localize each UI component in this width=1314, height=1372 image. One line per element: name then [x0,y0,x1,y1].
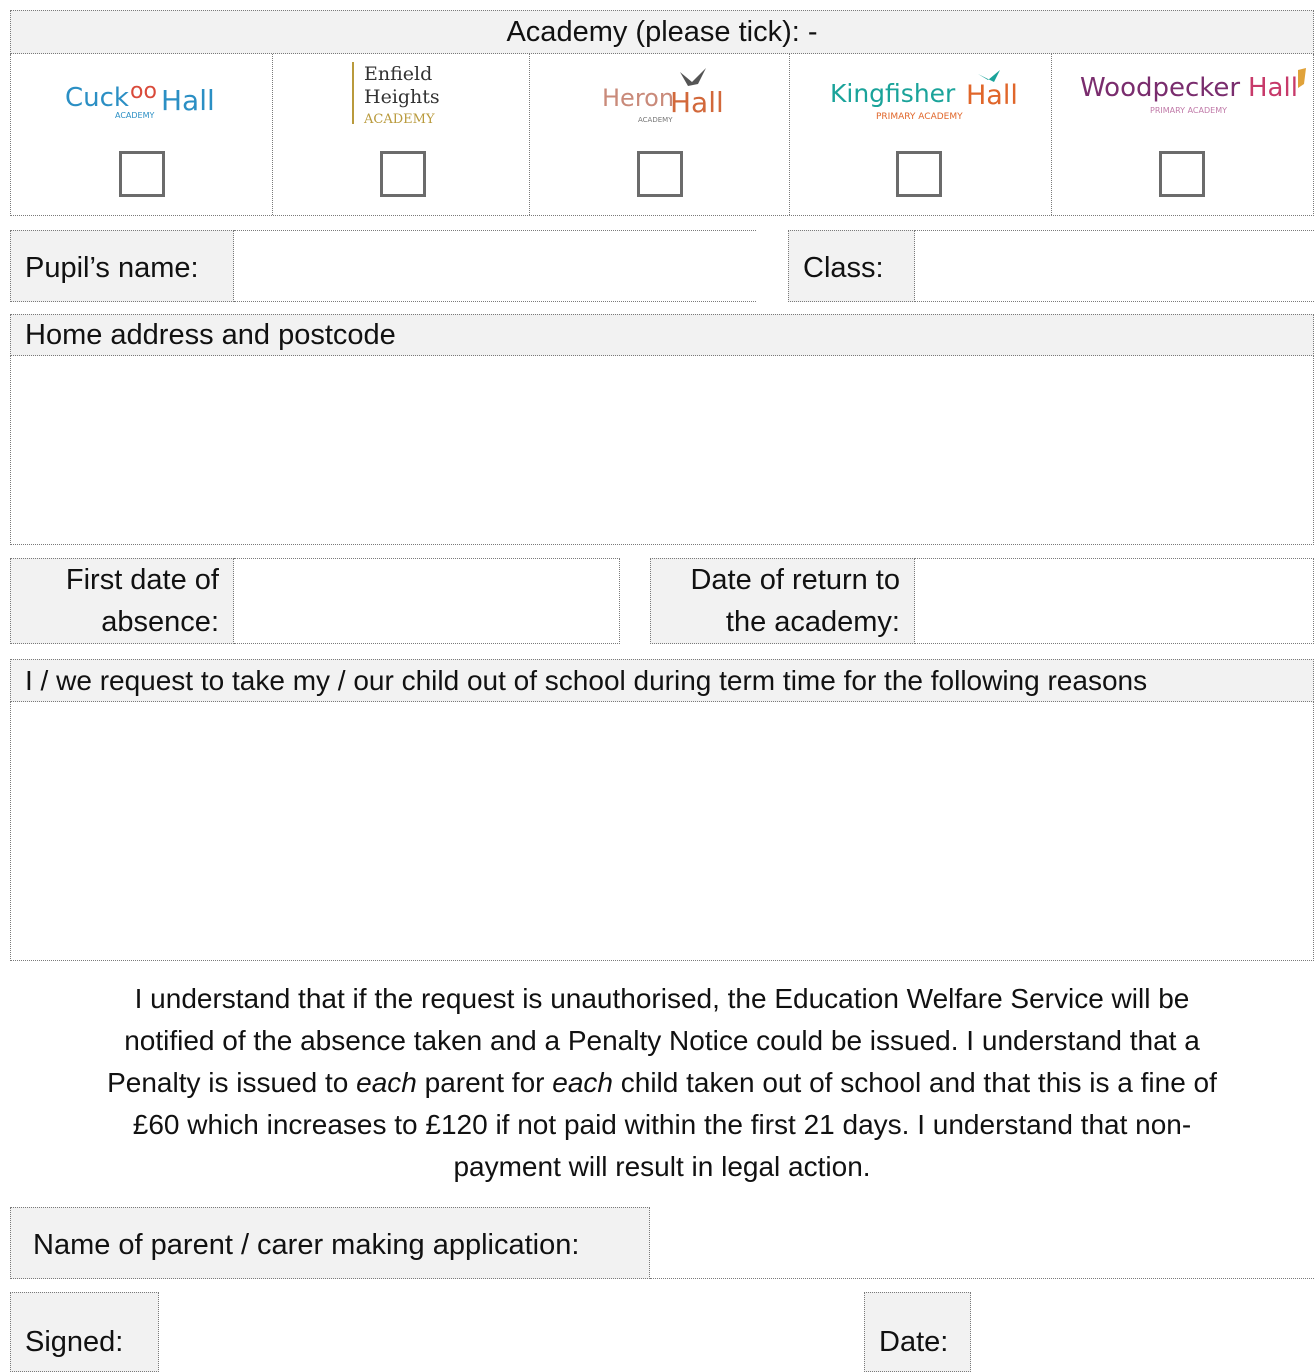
class-field[interactable] [915,230,1314,302]
declaration-line-5: payment will result in legal action. [453,1151,871,1182]
home-address-field[interactable] [10,355,1314,545]
academy-options-row: Cuck oo Hall ACADEMY Enfield Heights ACA… [10,54,1314,216]
academy-option-kingfisher-hall: Kingfisher Hall PRIMARY ACADEMY [790,54,1052,215]
pupil-name-field[interactable] [234,230,756,302]
heron-hall-checkbox[interactable] [637,151,683,197]
return-date-field[interactable] [915,558,1314,644]
first-date-label-line2: absence: [101,606,219,638]
woodpecker-hall-checkbox[interactable] [1159,151,1205,197]
return-date-label-line2: the academy: [725,606,900,638]
return-date-label: Date of return to the academy: [650,558,915,644]
academy-option-enfield-heights: Enfield Heights ACADEMY [273,54,530,215]
svg-text:ACADEMY: ACADEMY [115,111,155,120]
svg-text:ACADEMY: ACADEMY [363,112,435,127]
svg-text:Enfield: Enfield [364,63,432,85]
cuckoo-hall-logo: Cuck oo Hall ACADEMY [65,79,215,120]
academy-option-heron-hall: Heron Hall ACADEMY [530,54,790,215]
academy-option-cuckoo-hall: Cuck oo Hall ACADEMY [11,54,273,215]
declaration-text: I understand that if the request is unau… [10,978,1314,1188]
parent-name-field[interactable] [650,1207,1314,1279]
svg-text:Hall: Hall [670,86,724,119]
svg-text:Hall: Hall [1248,73,1298,103]
svg-text:Hall: Hall [966,80,1018,111]
home-address-label: Home address and postcode [10,314,1314,356]
parent-name-label: Name of parent / carer making applicatio… [10,1207,650,1279]
first-date-label: First date of absence: [10,558,234,644]
kingfisher-hall-logo: Kingfisher Hall PRIMARY ACADEMY [830,70,1018,122]
heron-hall-logo: Heron Hall ACADEMY [602,68,724,124]
svg-text:Kingfisher: Kingfisher [830,79,956,108]
cuckoo-hall-checkbox[interactable] [119,151,165,197]
svg-text:oo: oo [130,79,157,104]
pupil-name-label: Pupil’s name: [10,230,234,302]
svg-text:Hall: Hall [161,84,215,117]
svg-text:Heron: Heron [602,84,674,112]
kingfisher-hall-checkbox[interactable] [896,151,942,197]
declaration-line-4: £60 which increases to £120 if not paid … [132,1109,1192,1140]
class-label: Class: [788,230,915,302]
academy-heading: Academy (please tick): - [10,10,1314,54]
first-date-field[interactable] [234,558,620,644]
svg-text:Heights: Heights [364,86,440,108]
return-date-label-line1: Date of return to [690,564,900,596]
declaration-line-3: Penalty is issued to each parent for eac… [107,1067,1217,1098]
reasons-label: I / we request to take my / our child ou… [10,659,1314,702]
academy-option-woodpecker-hall: Woodpecker Hall PRIMARY ACADEMY [1052,54,1314,215]
first-date-label-line1: First date of [65,564,219,596]
woodpecker-hall-logo: Woodpecker Hall PRIMARY ACADEMY [1080,68,1306,115]
svg-text:PRIMARY ACADEMY: PRIMARY ACADEMY [876,112,963,122]
date-label: Date: [864,1292,971,1372]
svg-text:ACADEMY: ACADEMY [638,116,673,124]
signed-label: Signed: [10,1292,159,1372]
declaration-line-2: notified of the absence taken and a Pena… [124,1025,1200,1056]
reasons-field[interactable] [10,701,1314,961]
date-field[interactable] [971,1292,1314,1362]
svg-text:Cuck: Cuck [65,83,129,113]
svg-text:Woodpecker: Woodpecker [1080,73,1240,103]
declaration-line-1: I understand that if the request is unau… [134,983,1190,1014]
enfield-heights-checkbox[interactable] [380,151,426,197]
svg-text:PRIMARY ACADEMY: PRIMARY ACADEMY [1150,106,1227,115]
enfield-heights-logo: Enfield Heights ACADEMY [352,62,440,127]
signature-field[interactable] [159,1292,859,1362]
